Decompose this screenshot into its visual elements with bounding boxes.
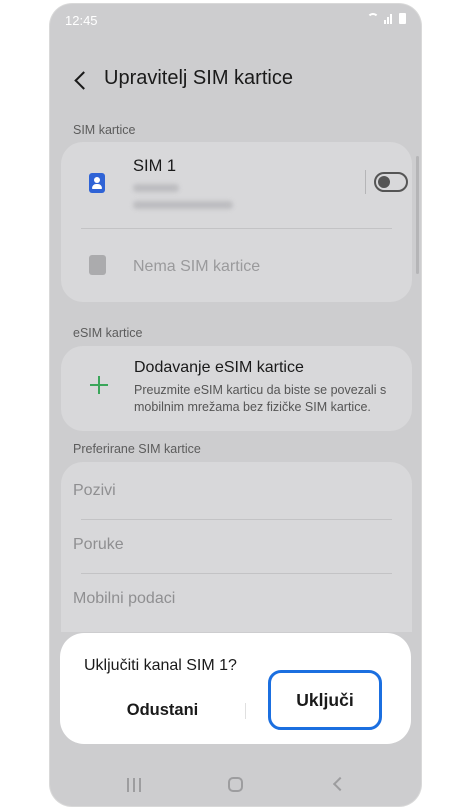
status-bar: 12:45 [50,4,421,36]
wifi-icon [367,13,379,24]
add-esim-card[interactable]: Dodavanje eSIM kartice Preuzmite eSIM ka… [61,346,412,431]
pref-mobile-data[interactable]: Mobilni podaci [73,590,175,608]
section-label-preferred: Preferirane SIM kartice [73,442,201,456]
status-icons [367,13,406,24]
signal-icon [384,13,394,24]
confirm-button[interactable]: Uključi [268,670,382,730]
dialog-title: Uključiti kanal SIM 1? [84,657,237,674]
sim1-carrier-redacted [133,184,179,192]
page-title: Upravitelj SIM kartice [104,67,293,89]
divider [81,228,392,229]
preferred-sim-list: Pozivi Poruke Mobilni podaci [61,462,412,632]
sim-card-list: SIM 1 Nema SIM kartice [61,142,412,302]
add-esim-description: Preuzmite eSIM karticu da biste se povez… [134,383,387,414]
sim-card-icon [89,173,105,193]
back-button[interactable] [70,66,94,96]
sim1-row[interactable]: SIM 1 [61,142,412,226]
battery-icon [399,13,406,24]
section-label-esim: eSIM kartice [73,326,143,340]
sim-card-empty-icon [89,255,106,275]
header: Upravitelj SIM kartice [50,62,421,102]
pref-calls[interactable]: Pozivi [73,482,116,500]
sim1-toggle[interactable] [374,172,408,192]
add-esim-title: Dodavanje eSIM kartice [134,359,304,376]
phone-screen: 12:45 Upravitelj SIM kartice SIM kartice… [50,4,421,806]
section-label-sim: SIM kartice [73,123,136,137]
home-icon[interactable] [228,777,243,792]
divider [81,519,392,520]
navigation-bar [50,762,421,806]
cancel-button[interactable]: Odustani [80,693,245,727]
sim1-name: SIM 1 [133,157,177,175]
back-icon[interactable] [332,776,348,792]
no-sim-label: Nema SIM kartice [133,258,261,275]
status-time: 12:45 [65,13,98,28]
sim1-number-redacted [133,201,233,209]
scrollbar[interactable] [416,156,419,274]
toggle-divider [365,170,366,194]
button-divider [245,703,246,719]
enable-sim-dialog: Uključiti kanal SIM 1? Odustani Uključi [60,633,411,744]
pref-messages[interactable]: Poruke [73,536,124,554]
plus-icon [90,376,108,394]
recent-apps-icon[interactable] [127,778,141,792]
divider [81,573,392,574]
